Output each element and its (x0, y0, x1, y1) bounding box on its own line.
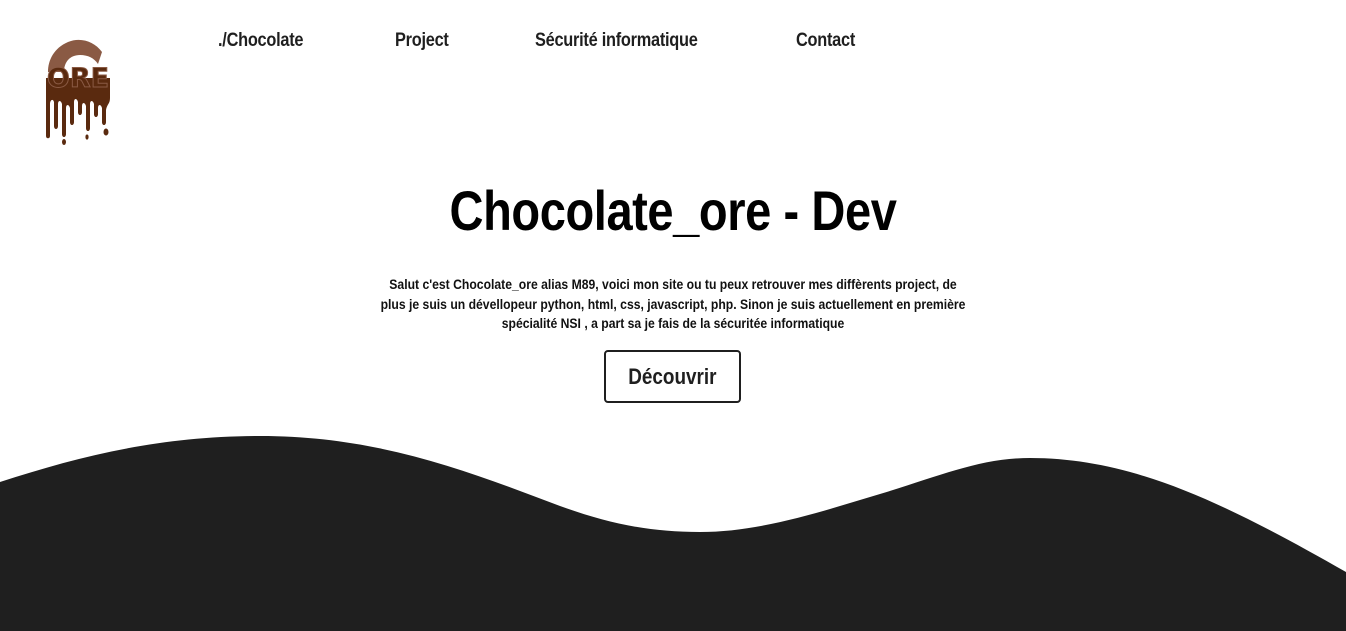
page: ORE ./Chocolate Project Sécurité informa… (0, 0, 1346, 631)
decouvrir-button[interactable]: Découvrir (604, 350, 741, 403)
logo-text: ORE (47, 63, 109, 94)
chocolate-ore-logo[interactable]: ORE (40, 38, 114, 146)
decouvrir-button-label: Découvrir (628, 363, 717, 389)
nav-item-project[interactable]: Project (395, 30, 449, 52)
wave-divider (0, 436, 1346, 631)
intro-text: Salut c'est Chocolate_ore alias M89, voi… (333, 275, 1013, 334)
nav-item-contact[interactable]: Contact (796, 30, 855, 52)
main-nav: ./Chocolate Project Sécurité informatiqu… (0, 30, 1346, 54)
intro-text-content: Salut c'est Chocolate_ore alias M89, voi… (380, 276, 966, 331)
page-title: Chocolate_ore - Dev (0, 178, 1346, 243)
nav-item-chocolate[interactable]: ./Chocolate (218, 30, 303, 52)
nav-item-securite-informatique[interactable]: Sécurité informatique (535, 30, 698, 52)
page-title-text: Chocolate_ore - Dev (449, 179, 897, 242)
